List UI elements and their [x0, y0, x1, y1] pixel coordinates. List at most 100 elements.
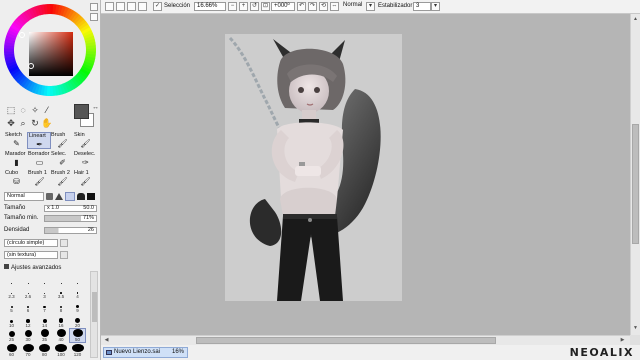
foreground-color-swatch[interactable] [74, 104, 89, 119]
tool-cubo[interactable]: Cubo ⛁ [4, 170, 28, 187]
brush-size-60[interactable]: 60 [4, 343, 19, 357]
zoom-out-button[interactable]: − [228, 2, 237, 11]
tool-selec[interactable]: Selec. ✐ [50, 151, 74, 168]
horizontal-scrollbar[interactable]: ◀ ▶ [101, 335, 630, 345]
tool-marador[interactable]: Marador ▮ [4, 151, 28, 168]
brush-size-30[interactable]: 30 [21, 329, 36, 342]
density-slider[interactable]: 26 [44, 227, 97, 234]
rotate-right-button[interactable]: ↷ [308, 2, 317, 11]
brush-size-3.5[interactable]: 3.5 [54, 286, 69, 299]
lasso-icon[interactable]: ◌ [18, 105, 28, 115]
brush-size-2.6[interactable]: 2.6 [21, 286, 36, 299]
tool-brush[interactable]: Brush 🖌 [50, 132, 74, 149]
brush-size-25[interactable]: 25 [4, 329, 19, 342]
blend-mode-dropdown-icon[interactable]: ▾ [366, 2, 375, 11]
rect-select-icon[interactable]: ⬚ [6, 105, 16, 115]
brush-size-12[interactable]: 12 [21, 315, 36, 328]
toolbar-button-2[interactable] [116, 2, 125, 11]
scroll-left-icon[interactable]: ◀ [103, 337, 110, 344]
brush-size-8[interactable]: 8 [54, 300, 69, 313]
blend-mode-select[interactable]: Normal [4, 192, 44, 201]
size-slider[interactable]: x 1.0 50.0 [44, 205, 97, 212]
panel-option-button[interactable] [90, 3, 98, 11]
selection-checkbox[interactable]: ✓ [153, 2, 162, 11]
zoom-fit-button[interactable]: ⊡ [261, 2, 270, 11]
brush-size-20[interactable]: 20 [70, 315, 85, 328]
scroll-down-icon[interactable]: ▼ [632, 325, 639, 331]
brush-size-100[interactable]: 100 [54, 343, 69, 357]
horizontal-scroll-thumb[interactable] [196, 337, 496, 344]
brush-size-16[interactable]: 16 [54, 315, 69, 328]
scroll-right-icon[interactable]: ▶ [619, 337, 626, 344]
tool-sketch[interactable]: Sketch ✎ [4, 132, 28, 149]
brush-size-40[interactable]: 40 [54, 329, 69, 342]
brush-size-35[interactable]: 35 [37, 329, 52, 342]
brush-size-scroll-thumb[interactable] [92, 292, 97, 322]
brush-size-scrollbar[interactable] [90, 271, 98, 358]
scroll-up-icon[interactable]: ▲ [632, 16, 639, 22]
vertical-scroll-thumb[interactable] [632, 124, 639, 244]
zoom-reset-button[interactable]: ↺ [250, 2, 259, 11]
magic-wand-icon[interactable]: ✧ [30, 105, 40, 115]
zoom-icon[interactable]: ⌕ [18, 118, 28, 128]
rotate-left-button[interactable]: ↶ [297, 2, 306, 11]
toolbar-button-4[interactable] [138, 2, 147, 11]
zoom-field[interactable]: 16.66% [194, 2, 226, 11]
move-icon[interactable]: ✥ [6, 118, 16, 128]
tool-brush-1[interactable]: Brush 1 🖌 [27, 170, 51, 187]
brush-size-preset-3[interactable] [54, 271, 69, 284]
zoom-in-button[interactable]: + [239, 2, 248, 11]
drawing-canvas[interactable] [225, 34, 402, 301]
flip-button[interactable]: ⇔ [330, 2, 339, 11]
rotate-reset-button[interactable]: ⟲ [319, 2, 328, 11]
swap-colors-icon[interactable]: ↔ [92, 104, 99, 111]
tip-triangle-icon[interactable] [55, 193, 63, 200]
brush-size-10[interactable]: 10 [4, 315, 19, 328]
document-tab[interactable]: Nuevo Lienzo.sai 16% [103, 347, 188, 358]
tool-skin[interactable]: Skin 🖌 [73, 132, 97, 149]
advanced-settings-toggle[interactable]: Ajustes avanzados [4, 264, 61, 271]
tool-borrador[interactable]: Borrador ▭ [27, 151, 51, 168]
blend-mode-select[interactable]: Normal [341, 2, 369, 11]
panel-option-button-2[interactable] [90, 13, 98, 21]
brush-size-preset-2[interactable] [37, 271, 52, 284]
stabilizer-dropdown-icon[interactable]: ▾ [431, 2, 440, 11]
tool-brush-2[interactable]: Brush 2 🖌 [50, 170, 74, 187]
brush-size-120[interactable]: 120 [70, 343, 85, 357]
tip-square-icon[interactable] [87, 193, 95, 200]
toolbar-button-1[interactable] [105, 2, 114, 11]
rotate-icon[interactable]: ↻ [30, 118, 40, 128]
color-wheel[interactable] [2, 2, 98, 98]
brush-shape-strength[interactable] [60, 239, 68, 247]
brush-size-4[interactable]: 4 [70, 286, 85, 299]
brush-texture-select[interactable]: (sin textura) [4, 251, 58, 259]
eyedropper-icon[interactable]: ⁄ [42, 105, 52, 115]
brush-size-preset-0[interactable] [4, 271, 19, 284]
color-wheel-graphic[interactable] [2, 2, 98, 98]
tip-round-icon-selected[interactable] [65, 192, 75, 201]
brush-shape-select[interactable]: (círculo simple) [4, 239, 58, 247]
stabilizer-field[interactable]: 3 [413, 2, 431, 11]
hand-icon[interactable]: ✋ [41, 118, 52, 128]
vertical-scrollbar[interactable]: ▲ ▼ [630, 14, 640, 335]
brush-size-5[interactable]: 5 [4, 300, 19, 313]
brush-size-3[interactable]: 3 [37, 286, 52, 299]
brush-texture-strength[interactable] [60, 251, 68, 259]
brush-size-preset-1[interactable] [21, 271, 36, 284]
tip-flat-icon[interactable] [46, 193, 53, 200]
tip-dome-icon[interactable] [77, 193, 85, 200]
brush-size-9[interactable]: 9 [70, 300, 85, 313]
rotation-field[interactable]: +000º [271, 2, 295, 11]
brush-size-6[interactable]: 6 [21, 300, 36, 313]
brush-size-preset-4[interactable] [70, 271, 85, 284]
tool-deselec[interactable]: Deselec. ✑ [73, 151, 97, 168]
toolbar-button-3[interactable] [127, 2, 136, 11]
brush-size-14[interactable]: 14 [37, 315, 52, 328]
brush-size-70[interactable]: 70 [21, 343, 36, 357]
tool-hair-1[interactable]: Hair 1 🖌 [73, 170, 97, 187]
min-size-slider[interactable]: 71% [44, 215, 97, 222]
brush-size-7[interactable]: 7 [37, 300, 52, 313]
brush-size-50[interactable]: 50 [69, 328, 86, 343]
brush-size-2.3[interactable]: 2.3 [4, 286, 19, 299]
tool-lineart[interactable]: Lineart ✒ [27, 132, 51, 149]
